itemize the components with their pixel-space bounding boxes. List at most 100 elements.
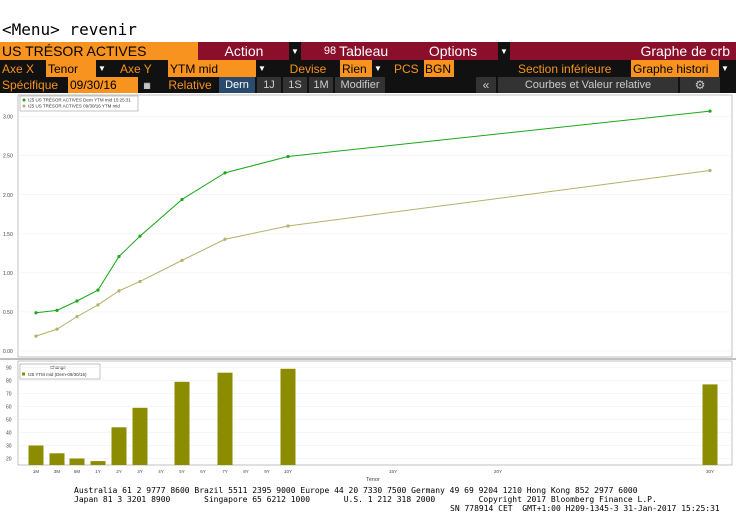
x-axis-label: Tenor: [366, 477, 380, 483]
action-dropdown-icon[interactable]: ▼: [289, 42, 301, 60]
collapse-button[interactable]: «: [476, 77, 496, 93]
axe-x-dropdown-icon[interactable]: ▼: [96, 60, 108, 77]
1s-button[interactable]: 1S: [283, 77, 307, 93]
dern-button[interactable]: Dern: [219, 77, 255, 93]
y-tick-label: 0.50: [3, 310, 13, 316]
bar-10Y: [280, 368, 296, 465]
calendar-icon[interactable]: ▦: [140, 77, 154, 93]
bar-y-tick-label: 70: [6, 392, 12, 398]
data-point-3Y: [138, 234, 142, 238]
x-tick-label: 1Y: [95, 469, 101, 474]
bar-30Y: [702, 384, 718, 465]
y-tick-label: 2.50: [3, 154, 13, 160]
1m-button[interactable]: 1M: [309, 77, 333, 93]
gear-icon[interactable]: ⚙: [680, 77, 720, 93]
1j-button[interactable]: 1J: [257, 77, 281, 93]
data-point-1M: [34, 311, 38, 315]
bar-y-tick-label: 60: [6, 405, 12, 411]
options-row: Spécifique 09/30/16 ▦ Relative Dern 1J 1…: [0, 77, 736, 93]
tableau-button[interactable]: 98 Tableau: [310, 42, 402, 60]
specifique-label: Spécifique: [2, 77, 68, 93]
axe-y-label: Axe Y: [120, 60, 166, 77]
devise-select[interactable]: Rien: [340, 60, 372, 77]
y-tick-label: 0.00: [3, 349, 13, 355]
bar-1Y: [90, 461, 106, 465]
date-input[interactable]: 09/30/16: [68, 77, 138, 93]
data-point-30Y: [708, 109, 712, 113]
data-point-30Y: [708, 168, 712, 173]
legend-past-marker: [22, 104, 26, 108]
action-label: Action: [224, 43, 264, 59]
axe-y-dropdown-icon[interactable]: ▼: [256, 60, 268, 77]
y-tick-label: 1.50: [3, 232, 13, 238]
bar-7Y: [217, 372, 233, 465]
axe-y-select[interactable]: YTM mid: [168, 60, 256, 77]
legend-current-label: I25 US TRÉSOR ACTIVES Dern YTM mid 15:25…: [28, 97, 131, 103]
action-menu[interactable]: Action: [199, 42, 289, 60]
axe-x-select[interactable]: Tenor: [46, 60, 96, 77]
command-line[interactable]: <Menu> revenir: [0, 0, 736, 42]
courbes-button[interactable]: Courbes et Valeur relative: [498, 77, 678, 93]
y-tick-label: 1.00: [3, 271, 13, 277]
bar-y-tick-label: 20: [6, 457, 12, 463]
data-point-10Y: [286, 224, 290, 228]
yield-curve-chart: I25 US TRÉSOR ACTIVES Dern YTM mid 15:25…: [0, 94, 736, 483]
data-point-5Y: [180, 258, 184, 262]
legend-bar-label: I25 YTM mid (Dern-09/30/16): [28, 372, 87, 377]
data-point-6M: [75, 299, 79, 303]
y-tick-label: 3.00: [3, 115, 13, 121]
bar-3Y: [132, 407, 148, 465]
chart-area: I25 US TRÉSOR ACTIVES Dern YTM mid 15:25…: [0, 93, 736, 485]
data-point-1Y: [96, 303, 100, 307]
legend-current-marker: [22, 98, 26, 102]
x-tick-label: 7Y: [222, 469, 228, 474]
graph-title: Graphe de crb: [640, 43, 731, 59]
bar-y-tick-label: 50: [6, 418, 12, 424]
toolbar: US TRÉSOR ACTIVES Action ▼ 98 Tableau Op…: [0, 42, 736, 60]
modifier-button[interactable]: Modifier: [335, 77, 385, 93]
x-tick-label: 30Y: [706, 469, 714, 474]
data-point-10Y: [286, 154, 290, 159]
bar-1M: [28, 445, 44, 465]
data-point-5Y: [180, 197, 184, 202]
bar-5Y: [174, 381, 190, 465]
data-point-7Y: [223, 237, 227, 241]
bar-2Y: [111, 427, 127, 465]
bar-y-tick-label: 30: [6, 444, 12, 450]
tableau-number: 98: [323, 45, 337, 57]
data-point-7Y: [223, 171, 227, 175]
bar-3M: [49, 453, 65, 465]
bar-6M: [69, 458, 85, 465]
options-menu[interactable]: Options: [408, 42, 498, 60]
section-dropdown-icon[interactable]: ▼: [719, 60, 731, 77]
section-label: Section inférieure: [518, 60, 630, 77]
top-legend: I25 US TRÉSOR ACTIVES Dern YTM mid 15:25…: [19, 95, 139, 112]
options-label: Options: [428, 43, 478, 59]
pcs-input[interactable]: BGN: [424, 60, 454, 77]
command-text: <Menu> revenir: [2, 20, 137, 39]
bottom-legend: Change I25 YTM mid (Dern-09/30/16): [19, 363, 101, 380]
security-name: US TRÉSOR ACTIVES: [0, 42, 198, 60]
options-dropdown-icon[interactable]: ▼: [498, 42, 510, 60]
data-point-3Y: [138, 279, 142, 284]
x-tick-label: 10Y: [284, 469, 292, 474]
data-point-3M: [55, 327, 59, 331]
y-tick-label: 2.00: [3, 193, 13, 199]
bar-y-tick-label: 40: [6, 431, 12, 437]
data-point-2Y: [117, 254, 121, 259]
legend-bar-marker: [22, 372, 25, 376]
settings-row: Axe X Tenor ▼ Axe Y YTM mid ▼ Devise Rie…: [0, 60, 736, 77]
footer-line-3: SN 778914 CET GMT+1:00 H209-1345-3 31-Ja…: [450, 504, 720, 513]
relative-label: Relative: [162, 77, 218, 93]
x-tick-label: 3M: [54, 469, 61, 474]
x-tick-label: 20Y: [494, 469, 502, 474]
tableau-label: Tableau: [339, 43, 389, 59]
footer: Australia 61 2 9777 8600 Brazil 5511 239…: [0, 485, 736, 530]
data-point-3M: [55, 308, 59, 312]
x-tick-label: 6M: [74, 469, 81, 474]
devise-label: Devise: [280, 60, 336, 77]
section-select[interactable]: Graphe histori: [631, 60, 719, 77]
bar-y-tick-label: 90: [6, 366, 12, 372]
devise-dropdown-icon[interactable]: ▼: [372, 60, 384, 77]
x-tick-label: 15Y: [389, 469, 397, 474]
